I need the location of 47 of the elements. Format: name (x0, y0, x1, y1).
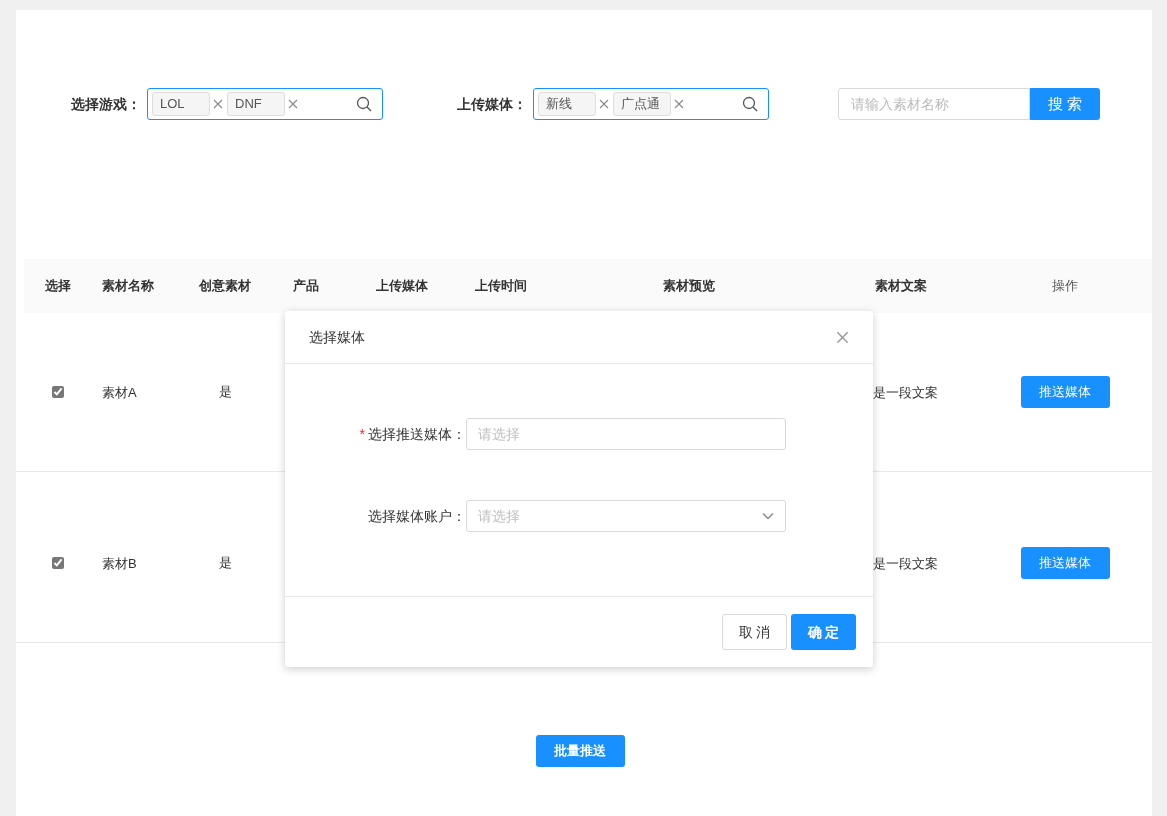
column-header: 选择 (45, 277, 71, 296)
tag-select[interactable]: LOL DNF (147, 88, 383, 120)
close-icon[interactable] (836, 330, 849, 344)
table-cell-text: 是 (218, 383, 232, 402)
dialog-title: 选择媒体 (309, 327, 365, 347)
tag: DNF (227, 92, 285, 116)
remove-icon[interactable] (599, 99, 609, 109)
chevron-down-icon (762, 512, 774, 520)
required-mark: * (359, 424, 365, 444)
column-header: 创意素材 (199, 277, 251, 296)
column-header: 素材名称 (102, 277, 154, 296)
confirm-button[interactable]: 确 定 (791, 614, 856, 650)
column-header: 操作 (1052, 277, 1078, 296)
column-header: 上传媒体 (376, 277, 428, 296)
tag-select[interactable]: 新线 广点通 (533, 88, 769, 120)
tag: LOL (152, 92, 210, 116)
column-header: 素材预览 (663, 277, 715, 296)
table-cell: 素材B (102, 556, 137, 571)
input-field[interactable]: 请选择 (466, 418, 786, 450)
table-cell: 是一段文案 (873, 556, 938, 571)
search-icon (742, 96, 758, 112)
column-header: 素材文案 (875, 277, 927, 296)
remove-icon[interactable] (288, 99, 298, 109)
push-media-button[interactable]: 推送媒体 (1020, 547, 1110, 579)
table-cell: 素材A (102, 385, 137, 400)
push-media-button[interactable]: 推送媒体 (1020, 376, 1110, 408)
table-cell-text: 是 (218, 554, 232, 573)
tag: 新线 (538, 92, 596, 116)
batch-push-button[interactable]: 批量推送 (535, 735, 625, 767)
filter-label: 上传媒体： (457, 94, 527, 114)
cancel-button[interactable]: 取 消 (722, 614, 787, 650)
select-field[interactable]: 请选择 (466, 500, 786, 532)
table-cell: 是一段文案 (873, 385, 938, 400)
tag: 广点通 (613, 92, 671, 116)
remove-icon[interactable] (213, 99, 223, 109)
filter-label: 选择游戏： (71, 94, 141, 114)
column-header: 产品 (293, 277, 319, 296)
placeholder-text: 请选择 (478, 506, 520, 526)
search-icon (356, 96, 372, 112)
field-label: 选择媒体账户： (368, 506, 466, 526)
field-label: 选择推送媒体： (368, 424, 466, 444)
column-header: 上传时间 (475, 277, 527, 296)
remove-icon[interactable] (674, 99, 684, 109)
row-checkbox[interactable] (52, 557, 64, 569)
row-checkbox[interactable] (52, 386, 64, 398)
search-button[interactable]: 搜 索 (1030, 88, 1100, 120)
search-field[interactable]: 请输入素材名称 (838, 88, 1030, 120)
